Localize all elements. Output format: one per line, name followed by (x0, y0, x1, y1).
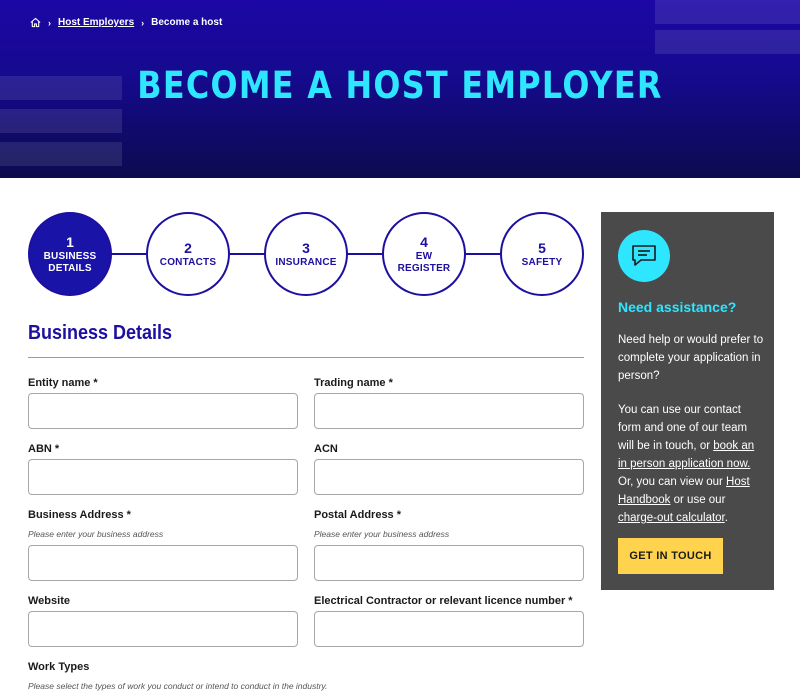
assistance-text-c: or use our (670, 494, 726, 506)
breadcrumb-current: Become a host (151, 17, 223, 28)
assistance-text-b: Or, you can view our (618, 476, 727, 488)
assistance-para-1: Need help or would prefer to complete yo… (618, 334, 764, 382)
assistance-text-d: . (724, 512, 728, 524)
breadcrumb-link-host-employers[interactable]: Host Employers (58, 17, 134, 28)
business-address-hint: Please enter your business address (28, 529, 164, 539)
step-contacts[interactable]: 2 CONTACTS (146, 212, 230, 296)
entity-name-label: Entity name * (28, 377, 98, 389)
step-number: 1 (66, 234, 74, 250)
postal-address-input[interactable] (314, 545, 584, 581)
step-ew-register[interactable]: 4 EW REGISTER (382, 212, 466, 296)
work-types-label: Work Types (28, 661, 90, 673)
page-title: BECOME A HOST EMPLOYER (137, 64, 663, 107)
step-safety[interactable]: 5 SAFETY (500, 212, 584, 296)
step-label: BUSINESS DETAILS (43, 251, 97, 274)
trading-name-label: Trading name * (314, 377, 393, 389)
acn-label: ACN (314, 443, 338, 455)
website-input[interactable] (28, 611, 298, 647)
work-types-hint: Please select the types of work you cond… (28, 681, 328, 691)
progress-stepper: 1 BUSINESS DETAILS 2 CONTACTS 3 INSURANC… (28, 212, 584, 296)
step-label: EW REGISTER (397, 251, 451, 274)
step-label: INSURANCE (275, 257, 337, 268)
home-icon[interactable] (30, 17, 41, 28)
assistance-title: Need assistance? (618, 299, 737, 315)
decor-stripe (655, 30, 800, 54)
licence-number-input[interactable] (314, 611, 584, 647)
abn-label: ABN * (28, 443, 60, 455)
step-insurance[interactable]: 3 INSURANCE (264, 212, 348, 296)
get-in-touch-button[interactable]: GET IN TOUCH (618, 538, 723, 574)
licence-number-label: Electrical Contractor or relevant licenc… (314, 595, 573, 607)
step-label: SAFETY (521, 257, 563, 268)
acn-input[interactable] (314, 459, 584, 495)
decor-stripe (0, 109, 122, 133)
breadcrumb: › Host Employers › Become a host (30, 17, 222, 28)
postal-address-hint: Please enter your business address (314, 529, 450, 539)
section-title: Business Details (28, 322, 173, 344)
step-number: 2 (184, 240, 192, 256)
charge-out-calculator-link[interactable]: charge-out calculator (618, 512, 725, 524)
divider (28, 357, 584, 358)
step-label: CONTACTS (159, 257, 217, 268)
business-address-label: Business Address * (28, 509, 131, 521)
postal-address-label: Postal Address * (314, 509, 402, 521)
decor-stripe (655, 0, 800, 24)
assistance-text: Need help or would prefer to complete yo… (618, 331, 766, 527)
website-label: Website (28, 595, 70, 607)
entity-name-input[interactable] (28, 393, 298, 429)
step-number: 5 (538, 240, 546, 256)
step-number: 3 (302, 240, 310, 256)
trading-name-input[interactable] (314, 393, 584, 429)
business-address-input[interactable] (28, 545, 298, 581)
chevron-right-icon: › (141, 17, 145, 28)
chevron-right-icon: › (48, 17, 51, 28)
chat-icon (618, 230, 670, 282)
hero-banner: › Host Employers › Become a host BECOME … (0, 0, 800, 178)
step-business-details[interactable]: 1 BUSINESS DETAILS (28, 212, 112, 296)
abn-input[interactable] (28, 459, 298, 495)
step-number: 4 (420, 234, 428, 250)
assistance-panel: Need assistance? Need help or would pref… (601, 212, 774, 590)
decor-stripe (0, 142, 122, 166)
